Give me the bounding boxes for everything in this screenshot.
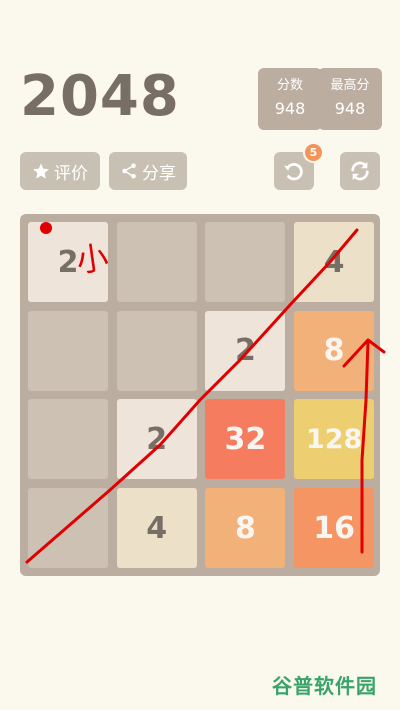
empty-cell xyxy=(28,399,108,480)
restart-icon xyxy=(349,160,371,182)
share-label: 分享 xyxy=(142,163,176,184)
share-button[interactable]: 分享 xyxy=(109,152,187,190)
empty-cell xyxy=(205,222,286,302)
best-score-value: 948 xyxy=(334,99,366,118)
game-board[interactable]: 2 4 2 8 2 32 128 4 8 16 xyxy=(20,214,380,576)
tile-128: 128 xyxy=(294,399,375,480)
undo-count-badge: 5 xyxy=(303,142,324,163)
best-score-label: 最高分 xyxy=(330,78,370,93)
tile-2: 2 xyxy=(205,310,286,391)
rate-button[interactable]: 评价 xyxy=(20,152,100,190)
tile-4: 4 xyxy=(294,222,375,302)
undo-icon xyxy=(283,160,305,182)
best-score-box: 最高分 948 xyxy=(318,68,382,130)
tile-16: 16 xyxy=(294,488,375,569)
tile-32: 32 xyxy=(205,399,286,480)
star-icon xyxy=(32,162,50,180)
watermark: 谷普软件园 xyxy=(272,674,377,698)
tile-8: 8 xyxy=(205,488,286,569)
tile-8: 8 xyxy=(294,310,375,391)
restart-button[interactable] xyxy=(340,152,380,190)
empty-cell xyxy=(28,310,108,391)
game-title: 2048 xyxy=(20,64,180,129)
rate-label: 评价 xyxy=(54,163,88,184)
share-icon xyxy=(120,162,138,180)
empty-cell xyxy=(116,222,197,302)
empty-cell xyxy=(28,488,108,569)
score-box: 分数 948 xyxy=(258,68,322,130)
empty-cell xyxy=(116,310,197,391)
tile-2: 2 xyxy=(116,399,197,480)
score-label: 分数 xyxy=(276,78,303,93)
score-value: 948 xyxy=(274,99,306,118)
tile-4: 4 xyxy=(116,488,197,569)
annotation-handwritten-text: 小 xyxy=(73,237,111,281)
